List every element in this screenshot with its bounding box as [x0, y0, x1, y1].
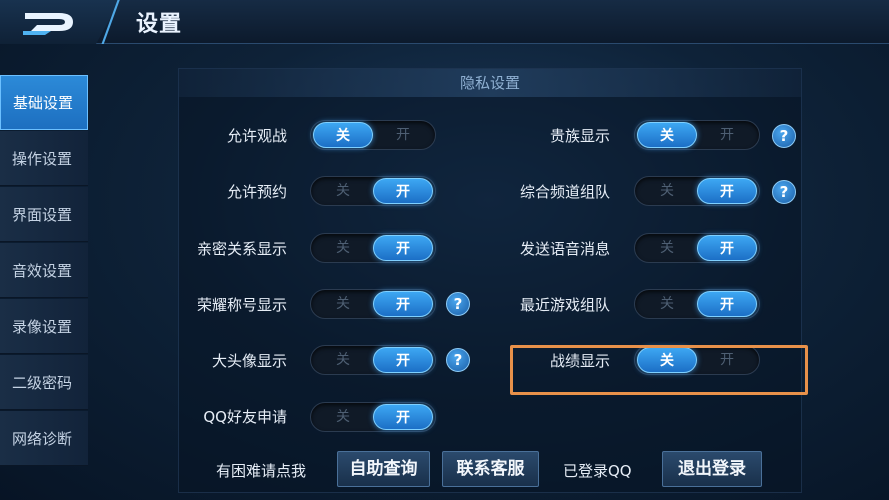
- sidebar-item-interface[interactable]: 界面设置: [0, 187, 88, 242]
- setting-label-send-voice-message: 发送语音消息: [519, 240, 610, 258]
- sidebar-item-label: 基础设置: [13, 94, 74, 112]
- toggle-off-option[interactable]: 关: [313, 347, 373, 373]
- toggle-on-option[interactable]: 开: [373, 291, 433, 317]
- sidebar-item-label: 录像设置: [12, 317, 73, 336]
- settings-sidebar: 基础设置 操作设置 界面设置 音效设置 录像设置 二级密码 网络诊断: [0, 75, 88, 467]
- help-icon[interactable]: ?: [772, 180, 796, 204]
- highlight-outline: [510, 345, 808, 395]
- toggle-off-option[interactable]: 关: [637, 122, 697, 148]
- toggle-on-option[interactable]: 开: [373, 347, 433, 373]
- toggle-on-option[interactable]: 开: [373, 235, 433, 261]
- toggle-on-option[interactable]: 开: [697, 235, 757, 261]
- toggle-intimacy-display[interactable]: 关 开: [310, 233, 436, 263]
- setting-label-intimacy-display: 亲密关系显示: [196, 240, 287, 258]
- sidebar-item-label: 界面设置: [12, 205, 73, 224]
- page-title: 设置: [136, 12, 183, 37]
- sidebar-item-controls[interactable]: 操作设置: [0, 131, 88, 186]
- toggle-on-option[interactable]: 开: [373, 122, 433, 148]
- toggle-allow-spectate[interactable]: 关 开: [310, 120, 436, 150]
- toggle-on-option[interactable]: 开: [697, 122, 757, 148]
- toggle-large-avatar-display[interactable]: 关 开: [310, 345, 436, 375]
- toggle-off-option[interactable]: 关: [637, 235, 697, 261]
- setting-label-large-avatar-display: 大头像显示: [211, 352, 287, 370]
- self-service-button[interactable]: 自助查询: [337, 451, 430, 487]
- toggle-off-option[interactable]: 关: [313, 291, 373, 317]
- sidebar-item-network-diagnosis[interactable]: 网络诊断: [0, 411, 88, 466]
- panel-title: 隐私设置: [179, 69, 801, 97]
- toggle-off-option[interactable]: 关: [313, 235, 373, 261]
- toggle-channel-team[interactable]: 关 开: [634, 176, 760, 206]
- toggle-recent-game-team[interactable]: 关 开: [634, 289, 760, 319]
- back-arrow-logo-icon: [23, 13, 73, 35]
- toggle-off-option[interactable]: 关: [637, 291, 697, 317]
- toggle-on-option[interactable]: 开: [373, 178, 433, 204]
- sidebar-item-secondary-password[interactable]: 二级密码: [0, 355, 88, 410]
- sidebar-item-basic[interactable]: 基础设置: [0, 75, 88, 130]
- toggle-honor-title-display[interactable]: 关 开: [310, 289, 436, 319]
- setting-label-qq-friend-request: QQ好友申请: [203, 408, 287, 426]
- setting-label-noble-display: 贵族显示: [549, 127, 610, 145]
- header-divider: [92, 0, 132, 44]
- contact-support-button[interactable]: 联系客服: [442, 451, 539, 487]
- login-status-text: 已登录QQ: [563, 462, 632, 480]
- toggle-off-option[interactable]: 关: [313, 404, 373, 430]
- toggle-on-option[interactable]: 开: [373, 404, 433, 430]
- logout-button[interactable]: 退出登录: [662, 451, 762, 487]
- help-prompt-text: 有困难请点我: [216, 462, 307, 480]
- toggle-noble-display[interactable]: 关 开: [634, 120, 760, 150]
- sidebar-item-sound[interactable]: 音效设置: [0, 243, 88, 298]
- toggle-send-voice-message[interactable]: 关 开: [634, 233, 760, 263]
- sidebar-item-label: 操作设置: [12, 149, 73, 168]
- top-bar: 设置: [0, 0, 889, 44]
- toggle-on-option[interactable]: 开: [697, 291, 757, 317]
- setting-label-allow-spectate: 允许观战: [226, 127, 287, 145]
- setting-label-channel-team: 综合频道组队: [519, 183, 610, 201]
- setting-label-recent-game-team: 最近游戏组队: [519, 296, 610, 314]
- toggle-off-option[interactable]: 关: [313, 122, 373, 148]
- sidebar-item-label: 网络诊断: [12, 429, 73, 448]
- sidebar-item-label: 二级密码: [12, 373, 73, 392]
- toggle-on-option[interactable]: 开: [697, 178, 757, 204]
- setting-label-allow-reservation: 允许预约: [226, 183, 287, 201]
- sidebar-item-replay[interactable]: 录像设置: [0, 299, 88, 354]
- sidebar-item-label: 音效设置: [12, 261, 73, 280]
- toggle-qq-friend-request[interactable]: 关 开: [310, 402, 436, 432]
- help-icon[interactable]: ?: [772, 124, 796, 148]
- toggle-off-option[interactable]: 关: [313, 178, 373, 204]
- setting-label-honor-title-display: 荣耀称号显示: [196, 296, 287, 314]
- toggle-off-option[interactable]: 关: [637, 178, 697, 204]
- toggle-allow-reservation[interactable]: 关 开: [310, 176, 436, 206]
